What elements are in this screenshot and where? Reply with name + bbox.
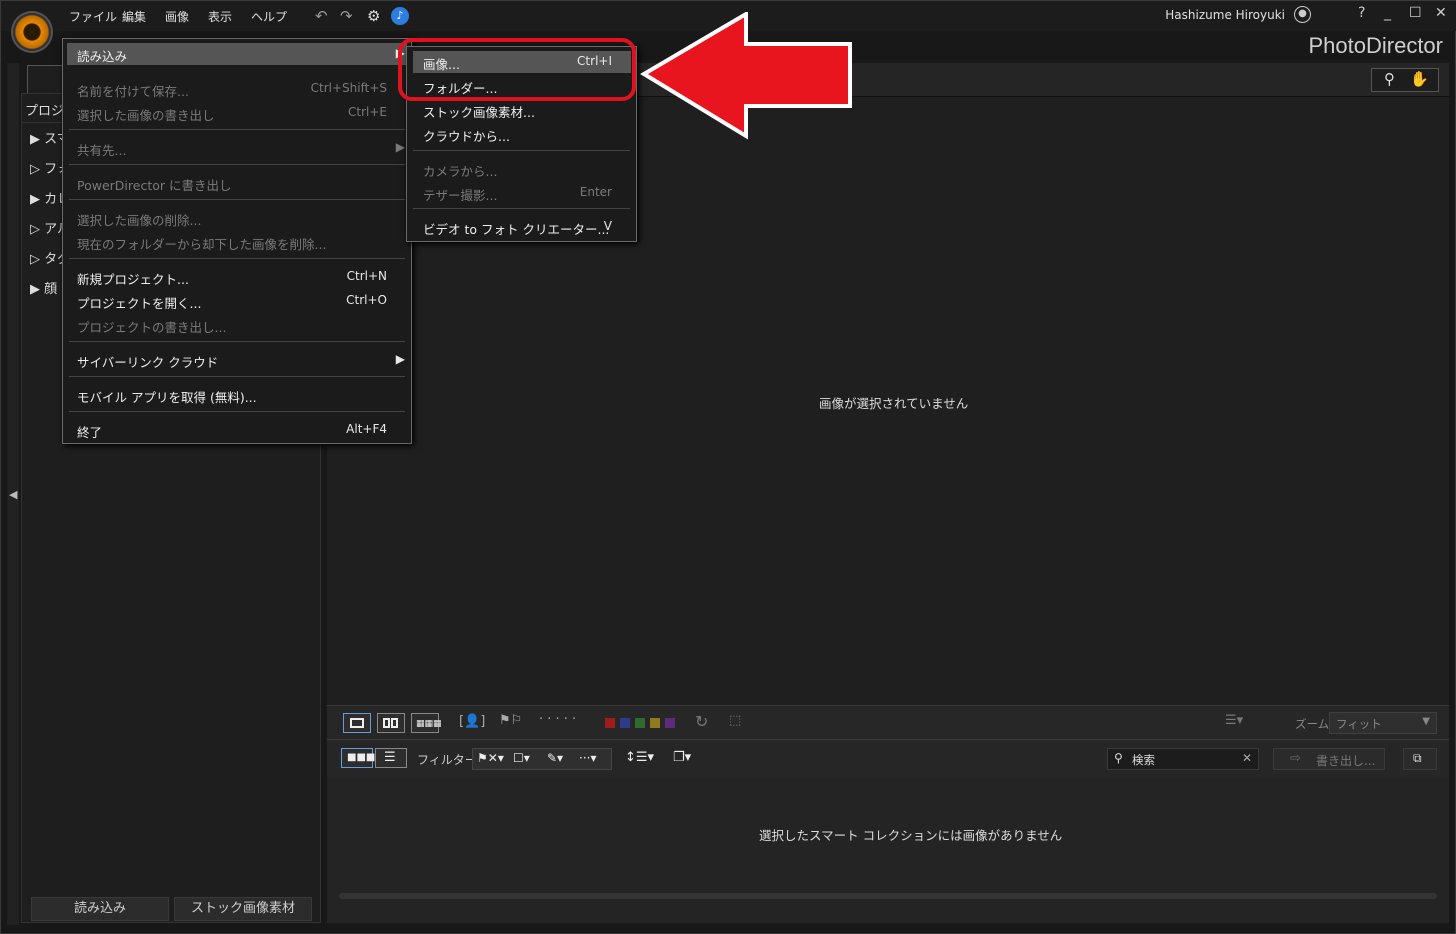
filter-buttons[interactable]: ⚑✕▾ ☐▾ ✎▾ ···▾ — [472, 748, 612, 770]
viewer-empty-message: 画像が選択されていません — [819, 396, 969, 411]
photodirector-logo[interactable] — [13, 13, 51, 51]
shortcut-tethered: Enter — [579, 185, 612, 199]
menu-item-export-selected[interactable]: 選択した画像の書き出し — [77, 105, 215, 124]
frame-filter-icon[interactable]: ☐▾ — [513, 751, 530, 765]
menu-item-share[interactable]: 共有先... — [77, 140, 126, 159]
menu-item-exit[interactable]: 終了 — [77, 422, 102, 441]
shortcut-open-project: Ctrl+O — [346, 293, 387, 307]
menu-item-mobile-app[interactable]: モバイル アプリを取得 (無料)... — [77, 387, 257, 406]
color-label-red[interactable] — [605, 718, 615, 728]
menu-item-from-cloud[interactable]: クラウドから... — [423, 126, 510, 145]
rating-filter-icon[interactable]: ···▾ — [579, 751, 596, 765]
notification-bell-icon[interactable]: ♪ — [391, 7, 409, 25]
shortcut-new-project: Ctrl+N — [346, 269, 387, 283]
import-button[interactable]: 読み込み — [31, 897, 169, 921]
stock-images-button[interactable]: ストック画像素材 — [174, 897, 312, 921]
menu-file[interactable]: ファイル — [69, 8, 117, 25]
menu-item-save-as[interactable]: 名前を付けて保存... — [77, 81, 189, 100]
search-placeholder: 検索 — [1132, 753, 1155, 767]
color-label-yellow[interactable] — [650, 718, 660, 728]
filmstrip-empty-message: 選択したスマート コレクションには画像がありません — [759, 828, 1063, 843]
menu-item-cyberlink-cloud[interactable]: サイバーリンク クラウド — [77, 352, 218, 371]
menu-item-export-project[interactable]: プロジェクトの書き出し... — [77, 317, 226, 336]
minimize-icon[interactable]: _ — [1384, 5, 1391, 21]
menu-view[interactable]: 表示 — [208, 8, 232, 25]
color-label-purple[interactable] — [665, 718, 675, 728]
color-label-blue[interactable] — [620, 718, 630, 728]
export-icon: ⇨ — [1290, 751, 1301, 766]
help-button[interactable]: ? — [1358, 5, 1365, 21]
color-label-green[interactable] — [635, 718, 645, 728]
menu-help[interactable]: ヘルプ — [251, 8, 287, 25]
settings-gear-icon[interactable]: ⚙ — [367, 7, 380, 25]
zoom-dropdown[interactable]: フィット ▼ — [1329, 712, 1437, 734]
menu-item-new-project[interactable]: 新規プロジェクト... — [77, 269, 189, 288]
zoom-label: ズーム: — [1295, 717, 1334, 731]
menu-item-delete-selected[interactable]: 選択した画像の削除... — [77, 210, 201, 229]
flag-icon[interactable]: ⚑⚐ — [499, 713, 522, 728]
menu-item-export-powerdirector[interactable]: PowerDirector に書き出し — [77, 175, 231, 194]
open-external-button[interactable]: ⧉ — [1403, 748, 1437, 770]
zoom-value: フィット — [1336, 717, 1382, 731]
filmstrip-view-button[interactable]: ■■■ — [341, 748, 375, 768]
maximize-icon[interactable]: ☐ — [1409, 5, 1422, 21]
red-pointer-arrow-icon — [640, 12, 852, 140]
filmstrip-scrollbar[interactable] — [339, 893, 1437, 899]
sort-menu-icon[interactable]: ☰▾ — [1225, 713, 1243, 728]
view-mode-toolbar: ▦▦▦ [👤] ⚑⚐ · · · · · ↻ ⬚ ☰▾ ズーム: フィット ▼ — [327, 705, 1449, 739]
menu-item-import[interactable]: 読み込み — [77, 46, 127, 65]
shortcut-export: Ctrl+E — [348, 105, 387, 119]
list-view-button[interactable]: ☰ — [375, 748, 407, 768]
shortcut-video-to-photo: V — [603, 219, 612, 233]
filmstrip: 選択したスマート コレクションには画像がありません — [327, 777, 1449, 923]
external-link-icon: ⧉ — [1413, 751, 1422, 765]
sort-order-icon[interactable]: ↕☰▾ — [625, 750, 654, 765]
rating-dots-icon[interactable]: · · · · · — [539, 712, 576, 727]
edit-filter-icon[interactable]: ✎▾ — [547, 751, 563, 765]
collapse-arrow-icon[interactable]: ◀ — [9, 488, 17, 501]
compare-view-button[interactable] — [377, 713, 405, 733]
grid-view-button[interactable]: ▦▦▦ — [411, 713, 442, 733]
crop-icon[interactable]: ⬚ — [729, 713, 741, 728]
menu-item-delete-rejected[interactable]: 現在のフォルダーから却下した画像を削除... — [77, 234, 326, 253]
menu-image[interactable]: 画像 — [165, 8, 189, 25]
stack-icon[interactable]: ❐▾ — [673, 750, 691, 765]
submenu-arrow-icon: ▶ — [395, 140, 405, 154]
shortcut-save-as: Ctrl+Shift+S — [310, 81, 387, 95]
menu-item-open-project[interactable]: プロジェクトを開く... — [77, 293, 201, 312]
menu-item-tethered[interactable]: テザー撮影... — [423, 185, 497, 204]
clear-search-icon[interactable]: ✕ — [1242, 751, 1252, 765]
user-name[interactable]: Hashizume Hiroyuki — [1165, 8, 1285, 22]
menu-edit[interactable]: 編集 — [122, 8, 146, 25]
undo-icon[interactable]: ↶ — [315, 7, 328, 25]
shortcut-exit: Alt+F4 — [346, 422, 387, 436]
redo-icon[interactable]: ↷ — [340, 7, 353, 25]
export-button[interactable]: ⇨ 書き出し... — [1273, 748, 1385, 770]
filter-toolbar: ■■■ ☰ フィルター: ⚑✕▾ ☐▾ ✎▾ ···▾ ↕☰▾ ❐▾ ⚲ 検索 … — [327, 739, 1449, 777]
zoom-magnifier-icon[interactable]: ⚲ — [1384, 70, 1395, 88]
file-menu: 読み込み ▶ 名前を付けて保存... Ctrl+Shift+S 選択した画像の書… — [62, 38, 412, 444]
tree-item-face[interactable]: ▶ 顔 — [30, 278, 57, 297]
user-avatar-icon[interactable]: ● — [1294, 6, 1311, 23]
search-input[interactable]: ⚲ 検索 ✕ — [1107, 748, 1259, 770]
pan-hand-icon[interactable]: ✋ — [1410, 70, 1429, 88]
menu-item-video-to-photo[interactable]: ビデオ to フォト クリエーター... — [423, 219, 609, 238]
submenu-arrow-icon: ▶ — [395, 352, 405, 366]
flag-filter-icon[interactable]: ⚑✕▾ — [477, 751, 504, 765]
search-icon: ⚲ — [1114, 751, 1123, 765]
app-name: PhotoDirector — [1308, 33, 1443, 58]
export-label: 書き出し... — [1316, 754, 1376, 768]
menu-item-from-camera[interactable]: カメラから... — [423, 161, 497, 180]
menu-item-stock-images[interactable]: ストック画像素材... — [423, 102, 535, 121]
rotate-icon[interactable]: ↻ — [695, 712, 708, 731]
single-view-button[interactable] — [343, 713, 371, 733]
highlight-ring — [398, 38, 636, 101]
face-tag-icon[interactable]: [👤] — [459, 714, 485, 729]
chevron-down-icon: ▼ — [1422, 716, 1430, 727]
close-icon[interactable]: ✕ — [1435, 5, 1447, 21]
